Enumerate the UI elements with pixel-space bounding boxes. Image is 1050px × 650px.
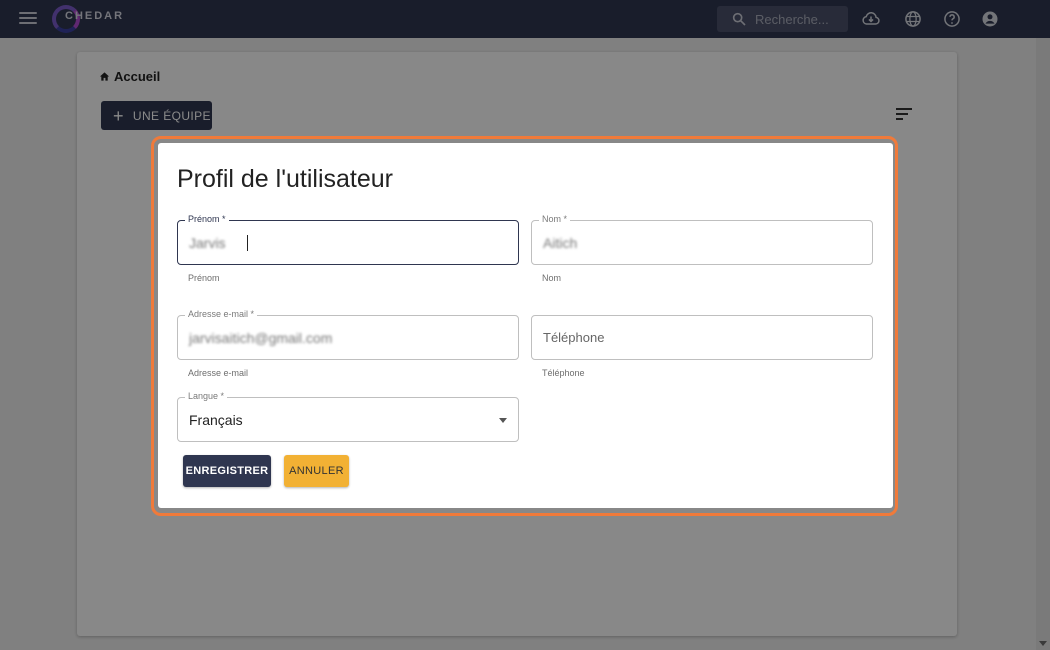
phone-placeholder: Téléphone: [543, 330, 605, 345]
first-name-helper: Prénom: [188, 273, 220, 283]
user-profile-dialog: Profil de l'utilisateur Jarvis Prénom * …: [158, 143, 893, 508]
language-label: Langue *: [185, 391, 228, 401]
first-name-input[interactable]: Jarvis: [177, 220, 519, 265]
language-value: Français: [189, 412, 243, 428]
last-name-label: Nom *: [539, 214, 571, 224]
scroll-down-arrow-icon[interactable]: [1039, 641, 1047, 646]
scrollbar[interactable]: [1036, 38, 1050, 650]
last-name-helper: Nom: [542, 273, 562, 283]
cancel-button[interactable]: ANNULER: [284, 455, 349, 487]
phone-input[interactable]: Téléphone: [531, 315, 873, 360]
last-name-value: Aitich: [543, 235, 578, 251]
language-select-box[interactable]: Français: [177, 397, 519, 442]
text-caret: [247, 235, 248, 251]
email-value: jarvisaitich@gmail.com: [189, 330, 333, 346]
email-input[interactable]: jarvisaitich@gmail.com: [177, 315, 519, 360]
dialog-title: Profil de l'utilisateur: [177, 165, 393, 193]
dropdown-arrow-icon[interactable]: [499, 418, 507, 423]
first-name-value: Jarvis: [189, 235, 226, 251]
phone-helper: Téléphone: [542, 368, 585, 378]
email-helper: Adresse e-mail: [188, 368, 249, 378]
save-button[interactable]: ENREGISTRER: [183, 455, 271, 487]
last-name-input[interactable]: Aitich: [531, 220, 873, 265]
first-name-label: Prénom *: [185, 214, 229, 224]
email-label: Adresse e-mail *: [185, 309, 258, 319]
